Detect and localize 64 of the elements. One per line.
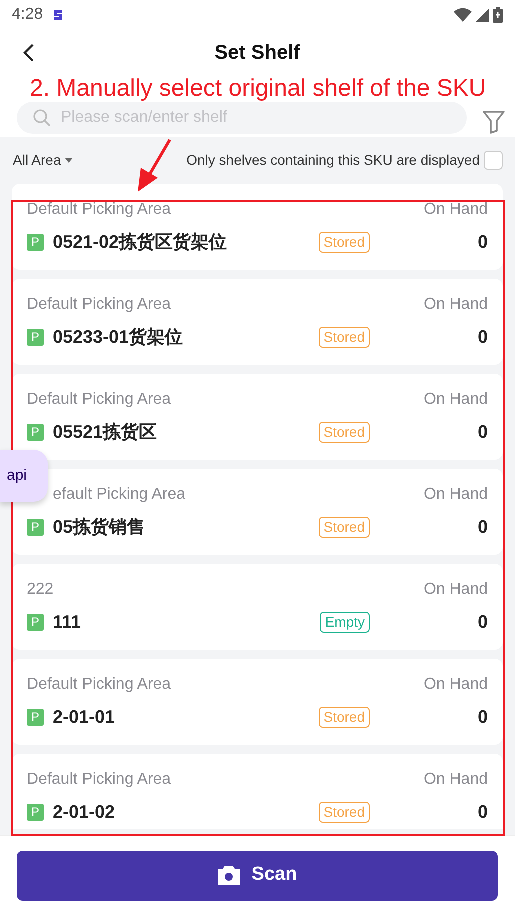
checkbox-label: Only shelves containing this SKU are displayed: [186, 151, 480, 170]
shelf-type-badge: P: [27, 804, 44, 820]
quantity-text: 0: [476, 230, 488, 254]
shelf-card[interactable]: Default Picking Area On Hand P 05521拣货区 Stored 0: [12, 374, 503, 460]
status-tag: Stored: [318, 516, 370, 538]
quantity-text: 0: [476, 420, 488, 444]
shelf-type-badge: P: [27, 328, 44, 346]
quantity-text: 0: [476, 326, 488, 348]
status-tag: Stored: [318, 706, 370, 728]
shelf-type-badge: P: [27, 424, 44, 440]
shelf-name: 05521拣货区: [53, 420, 158, 444]
quantity-text: 0: [476, 610, 488, 634]
area-label: efault Picking Area: [52, 485, 186, 505]
caret-icon: [65, 158, 74, 163]
on-hand-label: On Hand: [424, 200, 488, 220]
on-hand-label: On Hand: [424, 770, 488, 790]
shelf-card[interactable]: Default Picking Area On Hand P 0521-02拣货区货架位 Stored 0: [12, 184, 503, 270]
quantity-text: 0: [476, 706, 488, 728]
shelf-card[interactable]: Default Picking Area On Hand P 2-01-02 Stored 0: [12, 754, 503, 829]
area-label: Default Picking Area: [27, 390, 172, 410]
floating-button[interactable]: api: [0, 450, 48, 502]
shelf-name: 2-01-01: [53, 706, 116, 728]
status-tag: Stored: [318, 232, 370, 252]
shelf-name: 05拣货销售: [53, 516, 146, 538]
shelf-card[interactable]: 222 On Hand P 111 Empty 0: [12, 564, 503, 650]
area-label: Default Picking Area: [27, 295, 172, 315]
shelf-type-badge: P: [27, 518, 44, 536]
annotation-text: 2. Manually select original shelf of the SKU: [30, 76, 486, 102]
on-hand-label: On Hand: [424, 390, 488, 410]
status-tag: Stored: [318, 802, 370, 822]
shelf-name: 05233-01货架位: [53, 326, 184, 348]
on-hand-label: On Hand: [424, 485, 488, 505]
shelf-name: 111: [53, 610, 82, 634]
wifi-icon: [454, 8, 472, 22]
shelf-card[interactable]: Default Picking Area On Hand P 05233-01货架位 Stored 0: [12, 279, 503, 365]
area-label: Default Picking Area: [27, 770, 172, 790]
area-dropdown[interactable]: All Area: [13, 150, 74, 171]
area-label: 222: [27, 580, 54, 600]
camera-icon: [218, 866, 240, 885]
checkbox[interactable]: [484, 151, 503, 170]
quantity-text: 0: [476, 516, 488, 538]
shelf-card[interactable]: Default Picking Area On Hand P 2-01-01 Stored 0: [12, 659, 503, 745]
status-tag: Empty: [320, 612, 370, 632]
clock-text: 4:28: [12, 5, 44, 25]
shelf-name: 0521-02拣货区货架位: [53, 230, 228, 254]
page-title: Set Shelf: [214, 41, 300, 66]
search-icon: [33, 109, 51, 127]
shelf-type-badge: P: [27, 614, 44, 630]
quantity-text: 0: [476, 800, 488, 824]
area-label: Default Picking Area: [27, 675, 172, 695]
back-icon[interactable]: [22, 43, 36, 63]
status-tag: Stored: [318, 326, 370, 348]
area-label: Default Picking Area: [27, 200, 172, 220]
shelf-type-badge: P: [27, 234, 44, 250]
on-hand-label: On Hand: [424, 295, 488, 315]
shelf-type-badge: P: [27, 708, 44, 726]
on-hand-label: On Hand: [424, 580, 488, 600]
shelf-name: 2-01-02: [53, 800, 116, 824]
scan-button[interactable]: Scan: [17, 850, 498, 900]
battery-icon: [493, 7, 503, 23]
filter-icon[interactable]: [483, 110, 505, 134]
status-tag: Stored: [318, 422, 370, 442]
on-hand-label: On Hand: [424, 675, 488, 695]
signal-icon: [476, 8, 489, 22]
